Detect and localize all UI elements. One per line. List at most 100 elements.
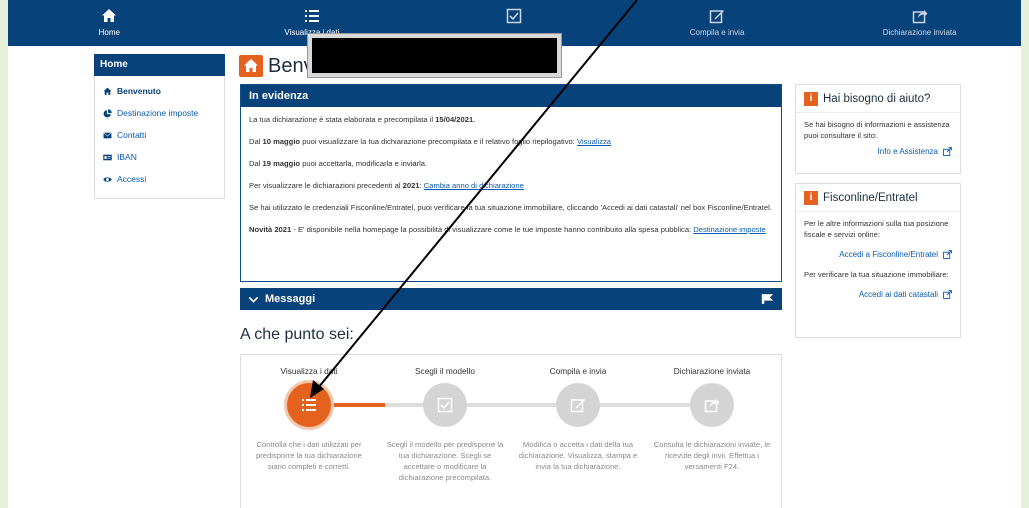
help-header: i Hai bisogno di aiuto? <box>796 85 960 113</box>
edit-icon <box>709 10 725 24</box>
accedi-fisconline-label: Accedi a Fisconline/Entratel <box>839 250 938 259</box>
nav-compila-label: Compila e invia <box>689 28 745 37</box>
text: puoi accettarla, modificarla e inviarla. <box>300 159 428 168</box>
fisconline-header: i Fisconline/Entratel <box>796 184 960 212</box>
step-scegli-modello[interactable]: Scegli il modello Scegli il modello per … <box>379 355 511 483</box>
nav-home[interactable]: Home <box>8 0 211 46</box>
eye-icon <box>103 176 112 182</box>
step-dichiarazione-inviata[interactable]: Dichiarazione inviata Consulta le dichia… <box>646 355 778 472</box>
fisconline-text: Per le altre informazioni sulla tua posi… <box>804 219 949 239</box>
sidebar-item-iban[interactable]: IBAN <box>95 146 224 168</box>
check-square-icon <box>507 8 522 24</box>
novita-text: Novità 2021 <box>249 225 292 234</box>
step-label: Dichiarazione inviata <box>673 366 751 376</box>
date-text: 15/04/2021 <box>435 115 474 124</box>
step-visualizza-dati[interactable]: Visualizza i dati Controlla che i dati u… <box>243 355 375 472</box>
fisconline-box: i Fisconline/Entratel Per le altre infor… <box>795 183 961 338</box>
home-icon <box>103 87 112 95</box>
help-text: Se hai bisogno di informazioni e assiste… <box>804 120 950 140</box>
nav-compila[interactable]: Compila e invia <box>616 0 819 46</box>
evidenza-paragraph: Se hai utilizzato le credenziali Fisconl… <box>249 203 772 212</box>
date-text: 19 maggio <box>262 159 301 168</box>
step-label: Visualizza i dati <box>280 366 338 376</box>
text: Per visualizzare le dichiarazioni preced… <box>249 181 403 190</box>
nav-dichiarazione-inviata-label: Dichiarazione inviata <box>882 28 957 37</box>
sidebar-item-destinazione-imposte[interactable]: Destinazione imposte <box>95 102 224 124</box>
in-evidenza-body: La tua dichiarazione è stata elaborata e… <box>241 107 781 253</box>
check-square-icon[interactable] <box>423 383 467 427</box>
step-compila-invia[interactable]: Compila e invia Modifica o accetta i dat… <box>512 355 644 472</box>
pie-chart-icon <box>103 108 112 117</box>
sidebar-item-label: IBAN <box>117 152 137 162</box>
sidebar-item-label: Contatti <box>117 130 147 140</box>
visualizza-link[interactable]: Visualizza <box>577 137 611 146</box>
sidebar: Home Benvenuto Destinazione imposte Cont… <box>94 54 225 199</box>
messaggi-bar[interactable]: Messaggi <box>240 288 782 310</box>
date-text: 10 maggio <box>262 137 301 146</box>
help-box: i Hai bisogno di aiuto? Se hai bisogno d… <box>795 84 961 174</box>
sidebar-item-label: Accessi <box>117 174 147 184</box>
external-link-icon <box>943 147 952 156</box>
page: Home Visualizza i dati Compila e invia D… <box>8 0 1021 508</box>
step-description: Consulta le dichiarazioni inviate, le ri… <box>653 440 771 471</box>
sidebar-menu: Benvenuto Destinazione imposte Contatti … <box>94 76 225 199</box>
progress-title: A che punto sei: <box>240 326 354 343</box>
cambia-anno-link[interactable]: Cambia anno di dichiarazione <box>424 181 524 190</box>
nav-dichiarazione-inviata[interactable]: Dichiarazione inviata <box>818 0 1021 46</box>
help-title: Hai bisogno di aiuto? <box>823 92 931 105</box>
year-text: 2021 <box>402 181 420 190</box>
sidebar-item-benvenuto[interactable]: Benvenuto <box>95 80 224 102</box>
nav-home-label: Home <box>98 28 120 37</box>
fisconline-title: Fisconline/Entratel <box>823 191 918 204</box>
progress-steps: Visualizza i dati Controlla che i dati u… <box>240 354 782 508</box>
in-evidenza-header: In evidenza <box>241 85 781 107</box>
text: Dal <box>249 137 263 146</box>
sidebar-item-label: Benvenuto <box>117 86 161 96</box>
chevron-down-icon <box>248 296 259 303</box>
step-description: Modifica o accetta i dati della tua dich… <box>518 440 638 471</box>
messaggi-label: Messaggi <box>265 293 316 305</box>
external-link-icon <box>943 250 952 259</box>
evidenza-paragraph: Dal 10 maggio puoi visualizzare la tua d… <box>249 136 773 147</box>
evidenza-paragraph: Per visualizzare le dichiarazioni preced… <box>249 180 773 191</box>
home-icon <box>239 55 263 77</box>
in-evidenza-panel: In evidenza La tua dichiarazione è stata… <box>240 84 782 282</box>
sidebar-item-contatti[interactable]: Contatti <box>95 124 224 146</box>
list-icon <box>304 10 319 22</box>
sidebar-header[interactable]: Home <box>94 54 225 76</box>
text: - E' disponibile nella homepage la possi… <box>291 225 694 234</box>
list-icon[interactable] <box>287 383 331 427</box>
sidebar-item-accessi[interactable]: Accessi <box>95 168 224 190</box>
info-assistenza-link[interactable]: Info e Assistenza <box>796 141 960 164</box>
home-icon <box>102 9 117 22</box>
info-assistenza-label: Info e Assistenza <box>877 147 938 156</box>
text: Dal <box>249 159 263 168</box>
share-icon <box>912 10 928 24</box>
step-description: Controlla che i dati utilizzati per pred… <box>256 440 362 471</box>
accedi-fisconline-link[interactable]: Accedi a Fisconline/Entratel <box>796 240 960 267</box>
edit-icon[interactable] <box>556 383 600 427</box>
info-icon: i <box>804 190 818 205</box>
info-icon: i <box>804 91 818 106</box>
step-label: Compila e invia <box>549 366 607 376</box>
step-label: Scegli il modello <box>415 366 475 376</box>
destinazione-imposte-link[interactable]: Destinazione imposte <box>693 225 766 234</box>
id-card-icon <box>103 154 112 160</box>
external-link-icon <box>943 290 952 299</box>
accedi-catasto-label: Accedi ai dati catastali <box>858 290 938 299</box>
flag-icon <box>761 294 774 304</box>
redaction-box <box>308 34 561 77</box>
text: . <box>473 115 476 124</box>
sidebar-item-label: Destinazione imposte <box>117 108 199 118</box>
accedi-catasto-link[interactable]: Accedi ai dati catastali <box>796 280 960 307</box>
text: puoi visualizzare la tua dichiarazione p… <box>300 137 577 146</box>
share-icon[interactable] <box>690 383 734 427</box>
step-description: Scegli il modello per predisporre la tua… <box>386 440 504 482</box>
page-title-row: Benv <box>239 52 314 80</box>
evidenza-paragraph: Novità 2021 - E' disponibile nella homep… <box>249 224 773 235</box>
evidenza-paragraph: Dal 19 maggio puoi accettarla, modificar… <box>249 158 773 169</box>
catasto-text: Per verificare la tua situazione immobil… <box>804 270 949 279</box>
envelope-icon <box>103 131 112 138</box>
evidenza-paragraph: La tua dichiarazione è stata elaborata e… <box>249 114 773 125</box>
page-title: Benv <box>268 54 314 77</box>
